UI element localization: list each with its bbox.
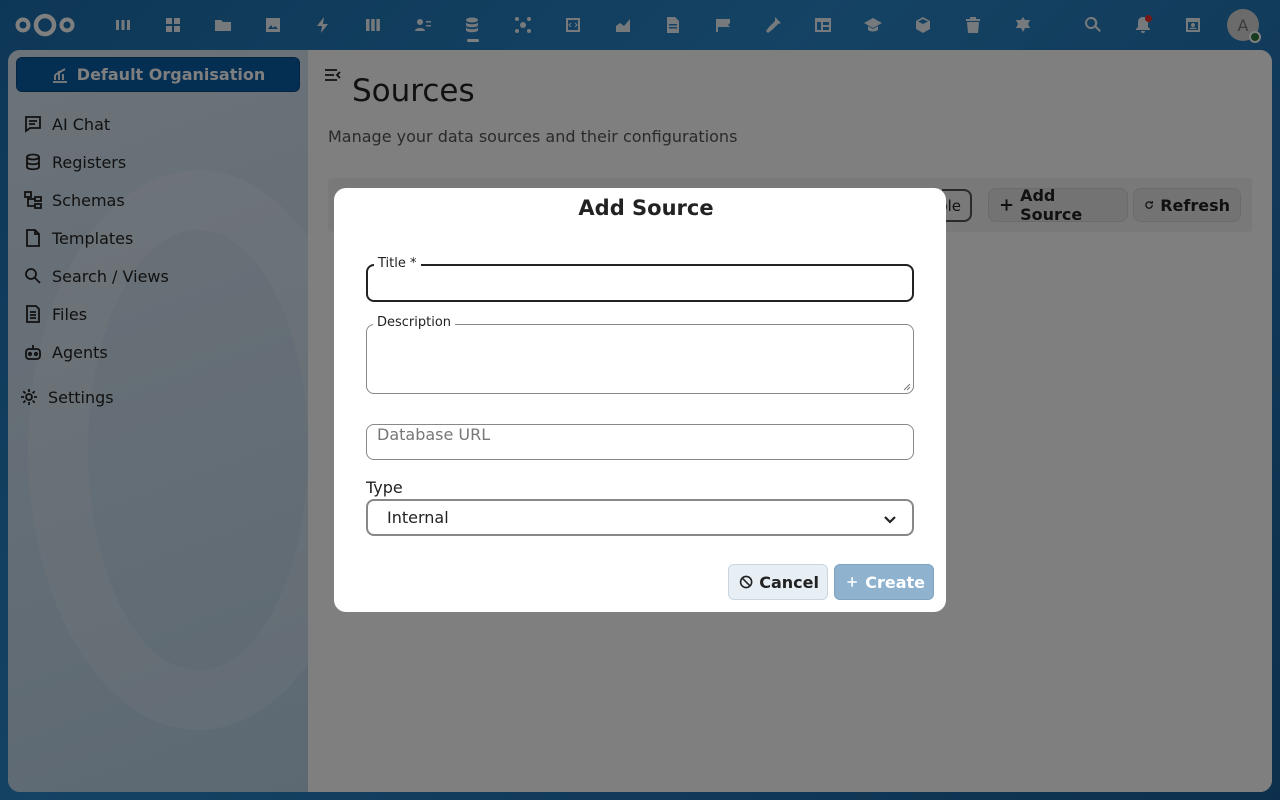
- description-field: Description: [366, 315, 914, 394]
- dialog-title: Add Source: [578, 196, 714, 220]
- cancel-button[interactable]: Cancel: [728, 564, 828, 600]
- create-button[interactable]: Create: [834, 564, 934, 600]
- chevron-down-icon: [884, 516, 896, 524]
- database-url-input[interactable]: [367, 425, 913, 460]
- resize-handle-icon[interactable]: [903, 383, 911, 391]
- type-selected-value: Internal: [387, 508, 449, 527]
- title-field: Title *: [366, 256, 914, 302]
- title-field-label: Title *: [374, 256, 421, 271]
- create-label: Create: [865, 572, 925, 592]
- database-url-field: [366, 424, 914, 460]
- add-source-dialog: Add Source Title * Description Type Inte…: [334, 188, 946, 612]
- cancel-circle-icon: [739, 575, 753, 589]
- type-label: Type: [366, 478, 403, 497]
- type-select[interactable]: Internal: [366, 499, 914, 536]
- cancel-label: Cancel: [759, 572, 819, 592]
- title-input[interactable]: [368, 266, 912, 300]
- description-field-label: Description: [373, 315, 456, 330]
- plus-icon: [847, 577, 857, 587]
- description-input[interactable]: [367, 325, 913, 393]
